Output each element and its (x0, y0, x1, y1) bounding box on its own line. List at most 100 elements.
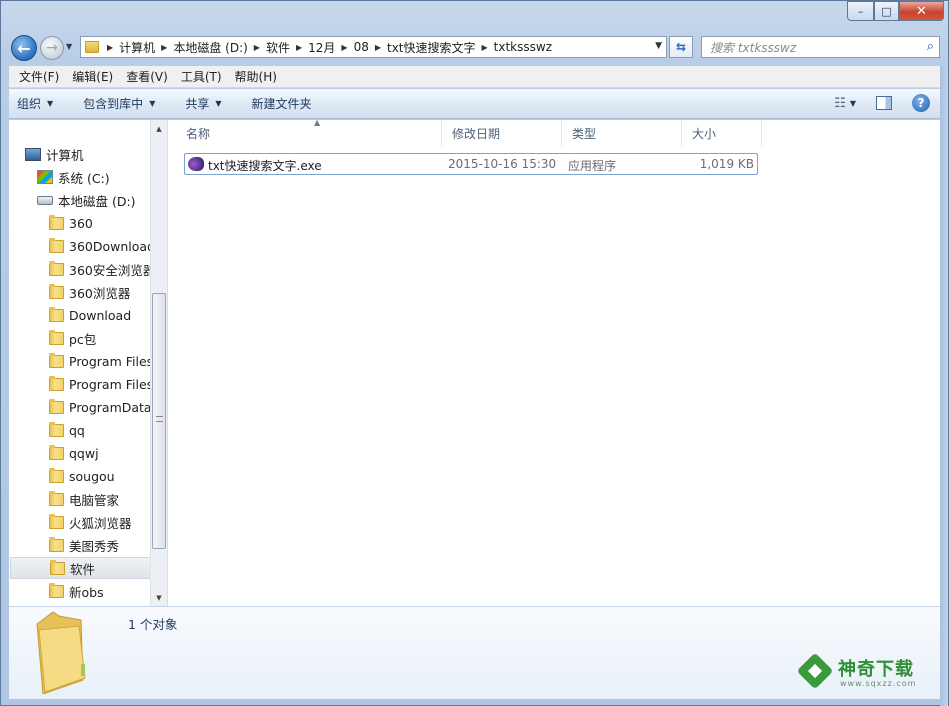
file-modified: 2015-10-16 15:30 (448, 157, 557, 171)
tree-item-local-drive[interactable]: 本地磁盘 (D:) (37, 189, 167, 211)
preview-pane-icon[interactable] (876, 96, 892, 110)
file-list-pane: 名称 ▲ 修改日期 类型 大小 txt快速搜索文字.exe 2015-10-16… (168, 118, 940, 606)
back-button[interactable]: ← (11, 35, 37, 61)
search-box[interactable]: 搜索 txtkssswz ⌕ (701, 36, 940, 58)
explorer-window: – □ ✕ ← → ▼ ▶ 计算机 ▶ 本地磁盘 (D:) ▶ 软件 ▶ 12月… (0, 0, 949, 706)
include-in-library-button[interactable]: 包含到库中 ▼ (83, 95, 155, 112)
file-name: txt快速搜索文字.exe (208, 159, 322, 173)
chevron-right-icon[interactable]: ▶ (107, 43, 113, 52)
organize-button[interactable]: 组织 ▼ (17, 95, 53, 112)
close-button[interactable]: ✕ (899, 1, 944, 21)
tree-label: 火狐浏览器 (69, 515, 132, 531)
tree-label: 360 (69, 215, 93, 231)
tree-label: 美图秀秀 (69, 538, 120, 554)
chevron-right-icon[interactable]: ▶ (341, 43, 347, 52)
arrow-left-icon: ← (17, 38, 31, 58)
breadcrumb-08[interactable]: 08 (354, 40, 369, 54)
folder-icon (49, 306, 64, 322)
tree-item-computer[interactable]: 计算机 (25, 143, 166, 165)
chevron-right-icon[interactable]: ▶ (161, 43, 167, 52)
breadcrumb-software[interactable]: 软件 (266, 39, 290, 56)
chevron-right-icon[interactable]: ▶ (254, 43, 260, 52)
help-icon[interactable]: ? (912, 94, 930, 112)
tree-label: 软件 (70, 561, 96, 577)
share-button[interactable]: 共享 ▼ (185, 95, 221, 112)
search-icon[interactable]: ⌕ (927, 39, 934, 54)
minimize-button[interactable]: – (847, 1, 874, 21)
menu-bar: 文件(F) 编辑(E) 查看(V) 工具(T) 帮助(H) (9, 66, 940, 88)
chevron-down-icon: ▼ (66, 42, 73, 51)
view-dropdown-icon[interactable]: ▼ (850, 99, 856, 108)
forward-button[interactable]: → (40, 36, 64, 60)
include-label: 包含到库中 (83, 97, 144, 111)
navigation-pane: 计算机 系统 (C:) 本地磁盘 (D:) 360 360Download 36… (9, 120, 168, 606)
address-bar[interactable]: ▶ 计算机 ▶ 本地磁盘 (D:) ▶ 软件 ▶ 12月 ▶ 08 ▶ txt快… (80, 36, 667, 58)
chevron-right-icon[interactable]: ▶ (296, 43, 302, 52)
tree-label: 计算机 (46, 147, 84, 163)
folder-icon (49, 237, 64, 253)
menu-view[interactable]: 查看(V) (126, 68, 168, 85)
folder-icon (49, 329, 64, 345)
breadcrumb-drive-d[interactable]: 本地磁盘 (D:) (173, 39, 247, 56)
breadcrumb-december[interactable]: 12月 (308, 39, 335, 56)
scrollbar-thumb[interactable] (152, 293, 166, 549)
chevron-right-icon[interactable]: ▶ (375, 43, 381, 52)
window-controls: – □ ✕ (847, 1, 944, 21)
folder-icon (49, 444, 64, 460)
column-header-size[interactable]: 大小 (682, 120, 762, 146)
tree-label: 360安全浏览器 (69, 262, 156, 278)
column-header-modified[interactable]: 修改日期 (442, 120, 562, 146)
menu-edit[interactable]: 编辑(E) (72, 68, 113, 85)
details-pane: 1 个对象 神奇下载 www.sqxzz.com (9, 606, 940, 699)
arrow-right-icon: → (46, 40, 58, 56)
organize-label: 组织 (17, 97, 42, 111)
folder-icon (49, 398, 64, 414)
column-label: 名称 (186, 126, 211, 141)
recent-pages-button[interactable]: ▼ (66, 42, 72, 51)
folder-icon (49, 490, 64, 506)
breadcrumb-txtkssswz[interactable]: txtkssswz (494, 40, 552, 54)
command-bar: 组织 ▼ 包含到库中 ▼ 共享 ▼ 新建文件夹 ☷ ▼ ? (9, 89, 940, 119)
chevron-down-icon: ▼ (149, 99, 156, 108)
menu-help[interactable]: 帮助(H) (235, 68, 277, 85)
chevron-right-icon[interactable]: ▶ (482, 43, 488, 52)
tree-item-folder-selected[interactable]: 软件 (10, 557, 151, 579)
chevron-down-icon: ▼ (47, 99, 54, 108)
new-folder-button[interactable]: 新建文件夹 (252, 95, 312, 112)
folder-icon (49, 513, 64, 529)
logo-icon (796, 652, 834, 690)
nav-scrollbar[interactable]: ▲ ▼ (150, 120, 167, 606)
window-frame-edge (940, 66, 948, 706)
breadcrumb-computer[interactable]: 计算机 (119, 39, 155, 56)
file-row[interactable]: txt快速搜索文字.exe 2015-10-16 15:30 应用程序 1,01… (184, 153, 758, 175)
computer-icon (25, 147, 41, 161)
column-header-type[interactable]: 类型 (562, 120, 682, 146)
folder-icon (49, 421, 64, 437)
breadcrumb-txt-search[interactable]: txt快速搜索文字 (387, 39, 476, 56)
menu-tools[interactable]: 工具(T) (181, 68, 222, 85)
grip-icon (156, 416, 163, 422)
refresh-button[interactable]: ⇆ (669, 36, 693, 58)
tree-label: 新obs (69, 584, 104, 600)
scroll-down-icon[interactable]: ▼ (151, 589, 167, 606)
tree-label: Program Files (69, 376, 154, 392)
maximize-button[interactable]: □ (874, 1, 899, 21)
new-folder-label: 新建文件夹 (251, 97, 312, 111)
menu-file[interactable]: 文件(F) (19, 68, 59, 85)
watermark-brand: 神奇下载 (838, 659, 914, 680)
scroll-up-icon[interactable]: ▲ (151, 120, 167, 137)
tree-item-system-drive[interactable]: 系统 (C:) (37, 166, 167, 188)
column-label: 修改日期 (452, 126, 501, 141)
folder-icon (85, 41, 99, 53)
breadcrumb-label: txt快速搜索文字 (387, 40, 476, 55)
watermark-logo: 神奇下载 www.sqxzz.com (796, 652, 932, 693)
column-label: 大小 (692, 126, 717, 141)
view-options-icon[interactable]: ☷ (834, 96, 846, 111)
breadcrumb-label: txtkssswz (493, 40, 553, 54)
folder-icon (50, 559, 65, 575)
refresh-icon: ⇆ (675, 40, 687, 54)
column-header-name[interactable]: 名称 ▲ (176, 118, 442, 146)
address-dropdown-icon[interactable]: ▼ (655, 41, 662, 51)
breadcrumb-label: 软件 (265, 40, 290, 55)
tree-label: Download (69, 307, 132, 323)
